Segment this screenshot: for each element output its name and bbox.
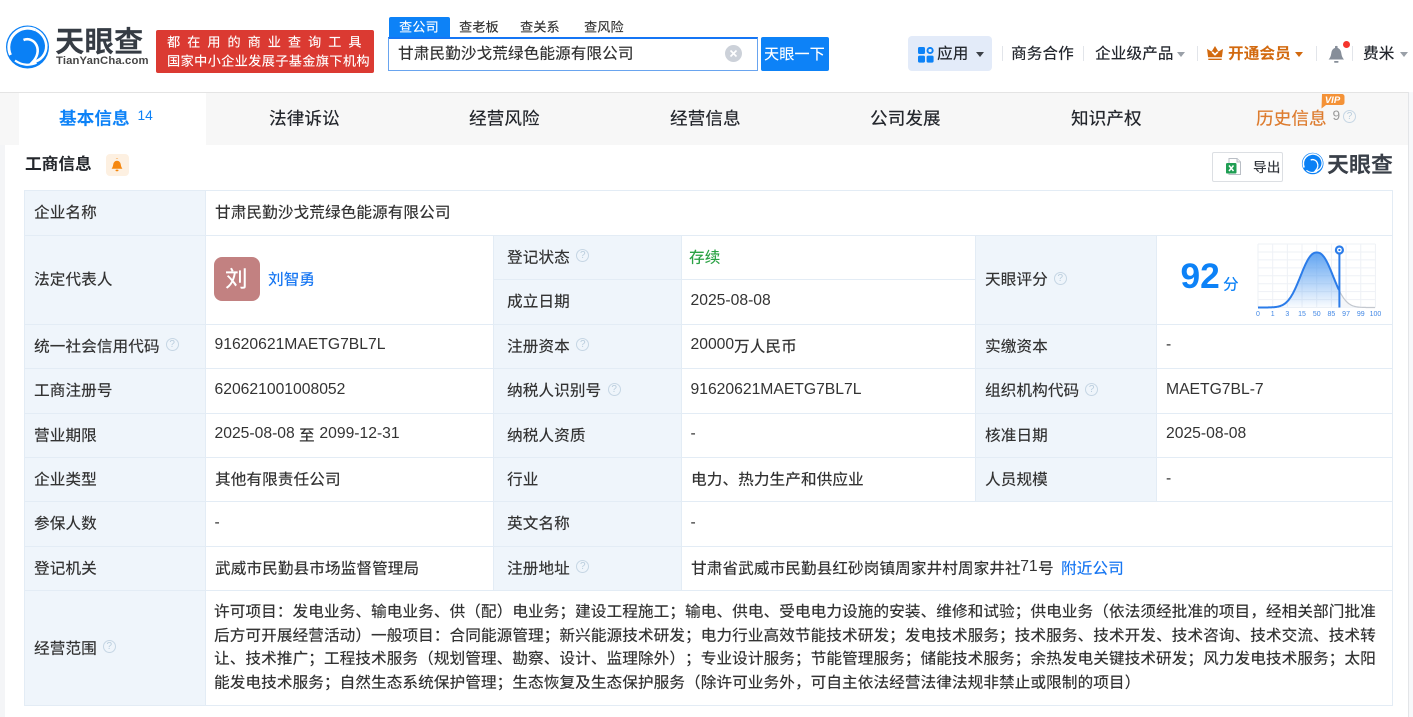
- svg-text:0: 0: [1256, 311, 1260, 318]
- svg-text:99: 99: [1357, 311, 1365, 318]
- svg-text:3: 3: [1285, 311, 1289, 318]
- svg-text:97: 97: [1342, 311, 1350, 318]
- svg-text:1: 1: [1271, 311, 1275, 318]
- svg-text:100: 100: [1370, 311, 1382, 318]
- svg-text:85: 85: [1328, 311, 1336, 318]
- svg-text:50: 50: [1313, 311, 1321, 318]
- svg-text:VIP: VIP: [1324, 95, 1340, 106]
- svg-text:15: 15: [1298, 311, 1306, 318]
